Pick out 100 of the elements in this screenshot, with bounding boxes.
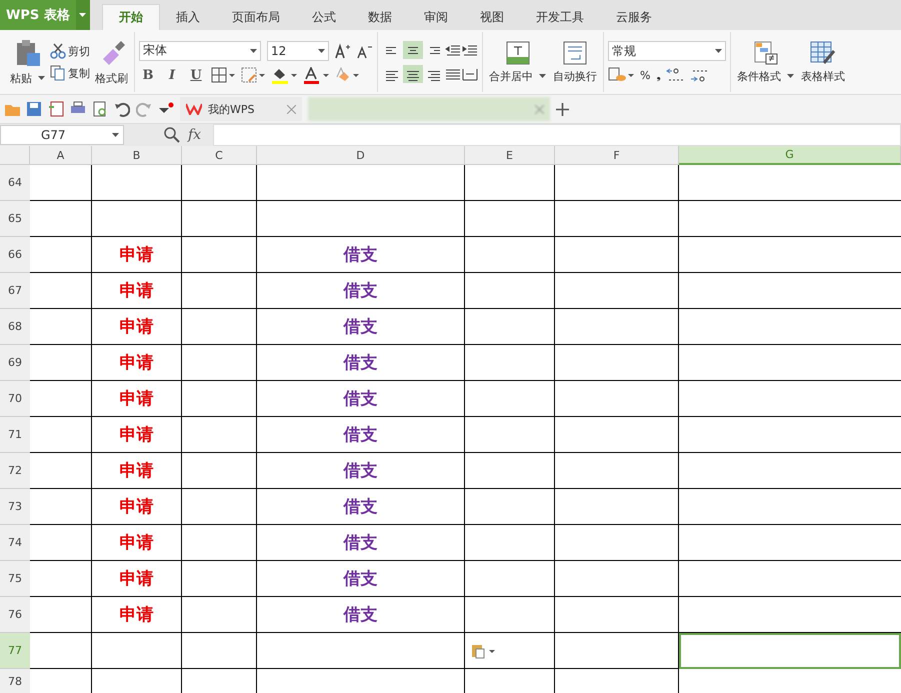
table-cell: 借支 bbox=[257, 273, 465, 309]
row-header[interactable]: 68 bbox=[0, 309, 30, 345]
cell-style-icon bbox=[241, 67, 265, 83]
app-menu-button[interactable] bbox=[76, 0, 90, 30]
clipboard-icon bbox=[14, 38, 40, 66]
caret-icon bbox=[539, 74, 546, 78]
ribbon-tab[interactable]: 云服务 bbox=[600, 4, 668, 30]
table-cell: 借支 bbox=[257, 345, 465, 381]
align-icon bbox=[406, 44, 420, 57]
column-header[interactable]: C bbox=[182, 146, 257, 165]
caret-icon bbox=[250, 48, 257, 52]
name-box[interactable]: G77 bbox=[0, 125, 124, 145]
column-header[interactable]: A bbox=[30, 146, 92, 165]
table-cell bbox=[30, 381, 92, 417]
copy-button[interactable]: 复制 bbox=[50, 65, 90, 81]
conditional-format-button[interactable]: 条件格式 bbox=[735, 40, 796, 84]
wrap-text-button[interactable]: 自动换行 bbox=[551, 40, 599, 84]
column-header[interactable]: F bbox=[555, 146, 679, 165]
ribbon-tab[interactable]: 审阅 bbox=[408, 4, 464, 30]
currency-icon bbox=[608, 67, 634, 83]
new-tab-icon bbox=[556, 102, 569, 116]
row-header[interactable]: 70 bbox=[0, 381, 30, 417]
bold-button[interactable]: B bbox=[139, 68, 157, 82]
row-header[interactable]: 78 bbox=[0, 669, 30, 693]
percent-button[interactable]: % bbox=[640, 68, 650, 82]
table-cell: 申请 bbox=[92, 345, 182, 381]
underline-button[interactable]: U bbox=[187, 68, 205, 82]
row-header[interactable]: 67 bbox=[0, 273, 30, 309]
table-cell: 申请 bbox=[92, 417, 182, 453]
row-header[interactable]: 64 bbox=[0, 165, 30, 201]
ribbon-tab[interactable]: 开发工具 bbox=[520, 4, 600, 30]
fill-color-icon bbox=[271, 66, 297, 84]
paste-button[interactable]: 粘贴 bbox=[8, 38, 47, 86]
save-icon[interactable] bbox=[26, 101, 42, 117]
table-cell bbox=[30, 453, 92, 489]
table-cell bbox=[30, 345, 92, 381]
align-button[interactable] bbox=[403, 65, 423, 83]
align-icon bbox=[427, 68, 441, 81]
format-painter-button[interactable]: 格式刷 bbox=[93, 38, 130, 86]
zoom-icon bbox=[164, 127, 180, 143]
table-cell: 申请 bbox=[92, 561, 182, 597]
align-icon bbox=[427, 44, 441, 57]
italic-button[interactable]: I bbox=[163, 68, 181, 82]
column-header[interactable]: D bbox=[257, 146, 465, 165]
row-header[interactable]: 77 bbox=[0, 633, 30, 669]
table-cell: 申请 bbox=[92, 597, 182, 633]
document-tab[interactable]: 我的WPS bbox=[180, 97, 302, 121]
row-header[interactable]: 71 bbox=[0, 417, 30, 453]
export-pdf-icon[interactable] bbox=[48, 101, 64, 117]
align-button[interactable] bbox=[403, 41, 423, 59]
row-header[interactable]: 74 bbox=[0, 525, 30, 561]
table-cell: 借支 bbox=[257, 561, 465, 597]
decrease-indent-icon bbox=[445, 44, 461, 56]
print-preview-icon[interactable] bbox=[92, 101, 108, 117]
table-cell: 借支 bbox=[257, 381, 465, 417]
row-header[interactable]: 65 bbox=[0, 201, 30, 237]
insert-function-button[interactable]: fx bbox=[188, 127, 202, 143]
ribbon-tab[interactable]: 公式 bbox=[296, 4, 352, 30]
table-cell bbox=[30, 237, 92, 273]
font-name-dropdown[interactable]: 宋体 bbox=[139, 40, 261, 60]
ribbon-tab[interactable]: 页面布局 bbox=[216, 4, 296, 30]
table-cell: 借支 bbox=[257, 417, 465, 453]
font-name-value: 宋体 bbox=[143, 42, 167, 59]
paste-options-icon[interactable] bbox=[471, 642, 497, 658]
table-cell: 借支 bbox=[257, 237, 465, 273]
comma-button[interactable]: ❟ bbox=[656, 68, 660, 82]
row-header[interactable]: 66 bbox=[0, 237, 30, 273]
ribbon-tab[interactable]: 视图 bbox=[464, 4, 520, 30]
borders-icon bbox=[211, 67, 235, 83]
formula-input[interactable] bbox=[213, 124, 901, 146]
table-style-icon bbox=[810, 40, 836, 64]
table-cell bbox=[30, 597, 92, 633]
font-color-icon bbox=[303, 66, 329, 84]
undo-icon[interactable] bbox=[114, 101, 130, 117]
row-header[interactable]: 76 bbox=[0, 597, 30, 633]
align-icon bbox=[385, 44, 399, 57]
caret-icon bbox=[318, 48, 325, 52]
table-cell: 申请 bbox=[92, 453, 182, 489]
ribbon-tab[interactable]: 开始 bbox=[102, 4, 160, 30]
align-icon bbox=[406, 68, 420, 81]
table-cell bbox=[30, 633, 92, 669]
row-header[interactable]: 69 bbox=[0, 345, 30, 381]
caret-icon bbox=[787, 74, 794, 78]
table-cell: 借支 bbox=[257, 489, 465, 525]
column-header[interactable]: E bbox=[465, 146, 555, 165]
eraser-icon bbox=[335, 67, 359, 83]
table-cell: 申请 bbox=[92, 381, 182, 417]
merge-center-button[interactable]: 合并居中 bbox=[487, 40, 548, 84]
font-size-dropdown[interactable]: 12 bbox=[267, 40, 329, 60]
column-header[interactable]: G bbox=[679, 146, 901, 165]
row-header[interactable]: 75 bbox=[0, 561, 30, 597]
table-cell bbox=[30, 201, 92, 237]
table-style-button[interactable]: 表格样式 bbox=[799, 40, 847, 84]
cut-button[interactable]: 剪切 bbox=[50, 43, 90, 59]
ribbon-tab[interactable]: 插入 bbox=[160, 4, 216, 30]
column-header[interactable]: B bbox=[92, 146, 182, 165]
number-format-dropdown[interactable]: 常规 bbox=[608, 41, 726, 61]
row-header[interactable]: 73 bbox=[0, 489, 30, 525]
ribbon-tab[interactable]: 数据 bbox=[352, 4, 408, 30]
row-header[interactable]: 72 bbox=[0, 453, 30, 489]
